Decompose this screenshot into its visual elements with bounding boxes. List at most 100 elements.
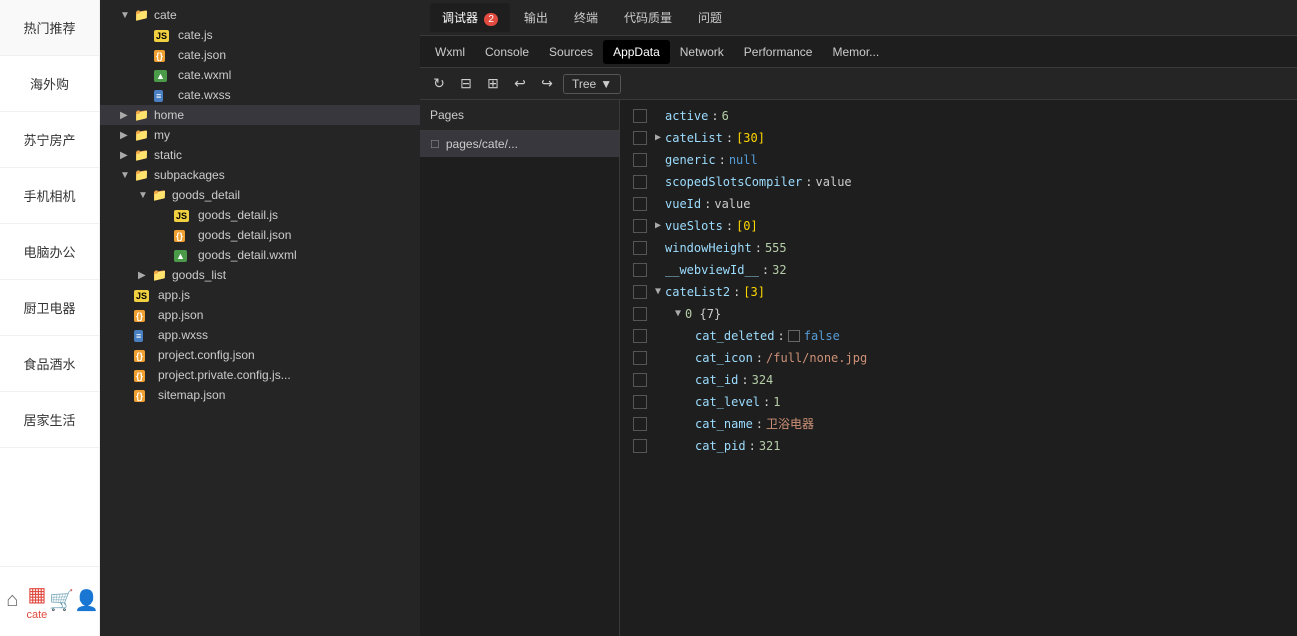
sidebar-item-home[interactable]: 居家生活 bbox=[0, 392, 99, 448]
sidebar-item-computer[interactable]: 电脑办公 bbox=[0, 224, 99, 280]
sidebar-item-food[interactable]: 食品酒水 bbox=[0, 336, 99, 392]
bracket-index0: {7} bbox=[692, 304, 721, 324]
undo-button[interactable]: ↩ bbox=[509, 73, 531, 95]
expand-button[interactable]: ⊞ bbox=[482, 73, 504, 95]
dot-active[interactable] bbox=[633, 109, 647, 123]
tab-output[interactable]: 输出 bbox=[512, 3, 560, 32]
pages-item-cate[interactable]: ☐ pages/cate/... bbox=[420, 131, 619, 157]
tree-folder-cate[interactable]: ▼ 📁 cate bbox=[100, 5, 420, 25]
dot-catlevel[interactable] bbox=[633, 395, 647, 409]
folder-name-static: static bbox=[154, 148, 182, 162]
key-catname: cat_name bbox=[695, 414, 753, 434]
gutter-windowheight bbox=[630, 241, 655, 255]
tab-issues[interactable]: 问题 bbox=[686, 3, 734, 32]
no-arrow bbox=[120, 370, 134, 381]
subtab-wxml[interactable]: Wxml bbox=[425, 40, 475, 64]
data-row-vueslots: ▶ vueSlots : [0] bbox=[620, 215, 1297, 237]
colon-windowheight: : bbox=[755, 238, 762, 258]
tab-debugger[interactable]: 调试器 2 bbox=[430, 3, 510, 32]
tree-folder-subpackages[interactable]: ▼ 📁 subpackages bbox=[100, 165, 420, 185]
dot-catdeleted[interactable] bbox=[633, 329, 647, 343]
folder-name-home: home bbox=[154, 108, 184, 122]
file-tree: ▼ 📁 cate JS cate.js {} cate.json ▲ cate.… bbox=[100, 0, 420, 636]
dot-vueslots[interactable] bbox=[633, 219, 647, 233]
folder-icon-goodslist: 📁 bbox=[152, 268, 168, 282]
dot-catelist[interactable] bbox=[633, 131, 647, 145]
tab-codequality[interactable]: 代码质量 bbox=[612, 3, 684, 32]
colon-webviewid: : bbox=[762, 260, 769, 280]
tree-file-catejson[interactable]: {} cate.json bbox=[100, 45, 420, 65]
tree-folder-my[interactable]: ▶ 📁 my bbox=[100, 125, 420, 145]
collapse-button[interactable]: ⊟ bbox=[455, 73, 477, 95]
tree-file-catewxss[interactable]: ≡ cate.wxss bbox=[100, 85, 420, 105]
appdata-panel: active : 6 ▶ cateList : [30] generi bbox=[620, 100, 1297, 636]
arrow-vueslots[interactable]: ▶ bbox=[655, 216, 661, 236]
arrow-index0[interactable]: ▼ bbox=[675, 304, 681, 324]
tree-file-appjson[interactable]: {} app.json bbox=[100, 305, 420, 325]
sidebar-item-realestate[interactable]: 苏宁房产 bbox=[0, 112, 99, 168]
dot-webviewid[interactable] bbox=[633, 263, 647, 277]
no-arrow bbox=[120, 310, 134, 321]
no-arrow bbox=[160, 230, 174, 241]
refresh-button[interactable]: ↻ bbox=[428, 73, 450, 95]
tree-file-catejs[interactable]: JS cate.js bbox=[100, 25, 420, 45]
pages-label: Pages bbox=[430, 108, 464, 122]
tree-file-catewxml[interactable]: ▲ cate.wxml bbox=[100, 65, 420, 85]
tree-file-goodsdetailjson[interactable]: {} goods_detail.json bbox=[100, 225, 420, 245]
tree-file-projectconfig[interactable]: {} project.config.json bbox=[100, 345, 420, 365]
dot-vueid[interactable] bbox=[633, 197, 647, 211]
tree-label: Tree bbox=[572, 77, 596, 91]
arrow-catelist[interactable]: ▶ bbox=[655, 128, 661, 148]
subtab-performance[interactable]: Performance bbox=[734, 40, 823, 64]
colon-vueslots: : bbox=[726, 216, 733, 236]
file-name-catewxss: cate.wxss bbox=[178, 88, 231, 102]
tab-home[interactable]: ⌂ bbox=[0, 567, 25, 636]
tree-folder-goodslist[interactable]: ▶ 📁 goods_list bbox=[100, 265, 420, 285]
tree-folder-static[interactable]: ▶ 📁 static bbox=[100, 145, 420, 165]
bracket-catelist2: [3] bbox=[743, 282, 765, 302]
tab-cate[interactable]: ▦ cate bbox=[25, 567, 50, 636]
no-arrow bbox=[140, 50, 154, 61]
folder-icon-subpackages: 📁 bbox=[134, 168, 150, 182]
tree-file-appjs[interactable]: JS app.js bbox=[100, 285, 420, 305]
subtab-appdata[interactable]: AppData bbox=[603, 40, 670, 64]
dot-catid[interactable] bbox=[633, 373, 647, 387]
no-arrow bbox=[140, 90, 154, 101]
dot-generic[interactable] bbox=[633, 153, 647, 167]
gutter-catlevel bbox=[630, 395, 655, 409]
tree-file-goodsdetailjs[interactable]: JS goods_detail.js bbox=[100, 205, 420, 225]
file-name-appwxss: app.wxss bbox=[158, 328, 208, 342]
tree-folder-goodsdetail[interactable]: ▼ 📁 goods_detail bbox=[100, 185, 420, 205]
tree-file-sitemap[interactable]: {} sitemap.json bbox=[100, 385, 420, 405]
redo-button[interactable]: ↪ bbox=[536, 73, 558, 95]
subtab-memory[interactable]: Memor... bbox=[822, 40, 889, 64]
tree-file-projectprivate[interactable]: {} project.private.config.js... bbox=[100, 365, 420, 385]
tab-cart[interactable]: 🛒 bbox=[49, 567, 74, 636]
subtab-sources[interactable]: Sources bbox=[539, 40, 603, 64]
tree-folder-home[interactable]: ▶ 📁 home bbox=[100, 105, 420, 125]
sidebar-item-phone[interactable]: 手机相机 bbox=[0, 168, 99, 224]
tree-view-toggle[interactable]: Tree ▼ bbox=[563, 74, 621, 94]
arrow-catelist2[interactable]: ▼ bbox=[655, 282, 661, 302]
tree-file-goodsdetailwxml[interactable]: ▲ goods_detail.wxml bbox=[100, 245, 420, 265]
dot-catpid[interactable] bbox=[633, 439, 647, 453]
tab-user[interactable]: 👤 bbox=[74, 567, 99, 636]
sidebar-item-hot[interactable]: 热门推荐 bbox=[0, 0, 99, 56]
colon-catelist2: : bbox=[733, 282, 740, 302]
tab-terminal[interactable]: 终端 bbox=[562, 3, 610, 32]
subtab-network[interactable]: Network bbox=[670, 40, 734, 64]
key-windowheight: windowHeight bbox=[665, 238, 752, 258]
dot-caticon[interactable] bbox=[633, 351, 647, 365]
dot-index0[interactable] bbox=[633, 307, 647, 321]
subtab-console[interactable]: Console bbox=[475, 40, 539, 64]
dot-scopedslots[interactable] bbox=[633, 175, 647, 189]
dot-catname[interactable] bbox=[633, 417, 647, 431]
dot-windowheight[interactable] bbox=[633, 241, 647, 255]
dot-catelist2[interactable] bbox=[633, 285, 647, 299]
colon-catname: : bbox=[756, 414, 763, 434]
checkbox-catdeleted[interactable] bbox=[788, 330, 800, 342]
sidebar-item-overseas[interactable]: 海外购 bbox=[0, 56, 99, 112]
tree-file-appwxss[interactable]: ≡ app.wxss bbox=[100, 325, 420, 345]
js-icon-appjs: JS bbox=[134, 288, 150, 302]
sidebar-item-kitchen[interactable]: 厨卫电器 bbox=[0, 280, 99, 336]
